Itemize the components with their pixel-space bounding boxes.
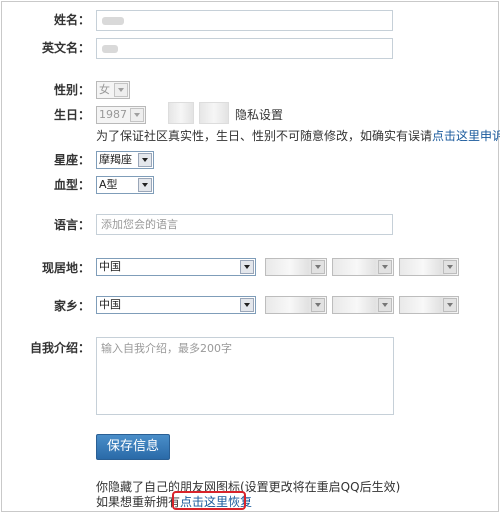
birthday-note-text: 为了保证社区真实性，生日、性别不可随意修改，如确实有误请: [96, 129, 433, 143]
save-button[interactable]: 保存信息: [96, 434, 170, 460]
residence-country-select[interactable]: 中国: [96, 258, 256, 276]
name-label: 姓名：: [53, 13, 90, 27]
english-name-label: 英文名：: [41, 41, 90, 55]
chevron-down-icon: [240, 298, 254, 312]
language-input[interactable]: 添加您会的语言: [96, 214, 393, 235]
chevron-down-icon: [311, 298, 325, 312]
language-label: 语言：: [53, 218, 90, 232]
blood-type-label: 血型：: [53, 178, 90, 192]
chevron-down-icon: [240, 260, 254, 274]
chevron-down-icon: [378, 260, 392, 274]
residence-country-value: 中国: [99, 260, 121, 273]
chevron-down-icon: [443, 298, 457, 312]
birthday-year-select[interactable]: 1987: [96, 106, 146, 124]
gender-select[interactable]: 女: [96, 81, 130, 99]
residence-district-select[interactable]: [399, 258, 459, 276]
appeal-link[interactable]: 点击这里申诉: [432, 129, 500, 143]
chevron-down-icon: [130, 108, 144, 122]
profile-form-panel: 姓名： 英文名： 性别： 女 生日： 1987 隐私设置 为了保证社区真实性，生…: [1, 1, 500, 512]
chevron-down-icon: [114, 83, 128, 97]
name-redacted: [102, 17, 124, 25]
english-name-input[interactable]: [96, 38, 393, 59]
birthday-note: 为了保证社区真实性，生日、性别不可随意修改，如确实有误请点击这里申诉。: [96, 128, 500, 144]
chevron-down-icon: [443, 260, 457, 274]
restore-link-highlight: [172, 491, 246, 510]
chevron-down-icon: [378, 298, 392, 312]
zodiac-select[interactable]: 摩羯座: [96, 151, 154, 169]
chevron-down-icon: [311, 260, 325, 274]
hometown-label: 家乡：: [53, 299, 90, 313]
residence-city-select[interactable]: [332, 258, 394, 276]
hometown-city-select[interactable]: [332, 296, 394, 314]
english-name-redacted: [102, 45, 118, 53]
intro-textarea[interactable]: 输入自我介绍，最多200字: [96, 337, 394, 415]
hometown-country-select[interactable]: 中国: [96, 296, 256, 314]
zodiac-value: 摩羯座: [99, 153, 132, 166]
chevron-down-icon: [138, 153, 152, 167]
name-input[interactable]: [96, 10, 393, 31]
intro-label: 自我介绍：: [29, 341, 90, 355]
birthday-day-select[interactable]: [199, 102, 229, 124]
birthday-year-value: 1987: [99, 108, 127, 121]
blood-type-value: A型: [99, 178, 118, 191]
hometown-district-select[interactable]: [399, 296, 459, 314]
hometown-country-value: 中国: [99, 298, 121, 311]
residence-label: 现居地：: [41, 261, 90, 275]
birthday-month-select[interactable]: [168, 102, 194, 124]
gender-value: 女: [99, 83, 110, 96]
blood-type-select[interactable]: A型: [96, 176, 154, 194]
hidden-icon-note: 你隐藏了自己的朋友网图标(设置更改将在重启QQ后生效): [96, 480, 401, 494]
gender-label: 性别：: [53, 83, 90, 97]
birthday-label: 生日：: [53, 108, 90, 122]
residence-province-select[interactable]: [265, 258, 327, 276]
zodiac-label: 星座：: [53, 153, 90, 167]
privacy-settings-link[interactable]: 隐私设置: [235, 107, 283, 123]
restore-note-text: 如果想重新拥有: [96, 495, 181, 509]
hometown-province-select[interactable]: [265, 296, 327, 314]
chevron-down-icon: [138, 178, 152, 192]
